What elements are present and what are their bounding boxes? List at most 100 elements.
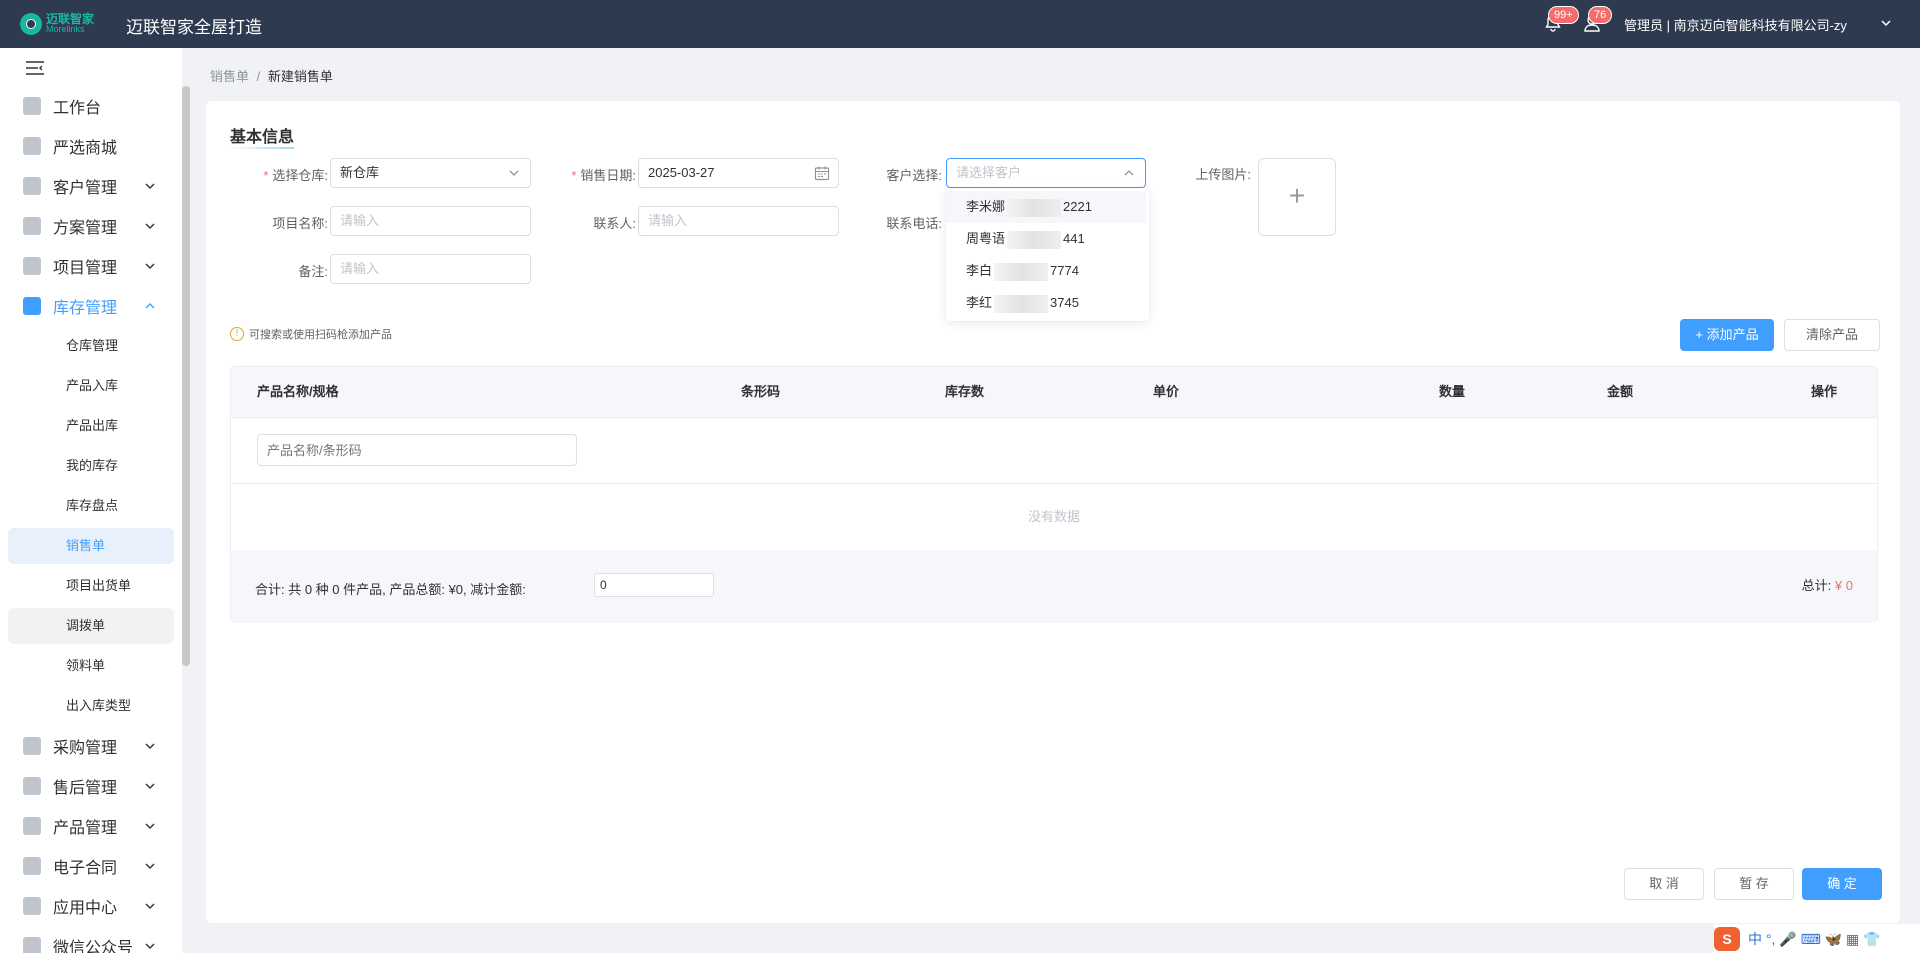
add-product-button[interactable]: + 添加产品 (1680, 319, 1774, 351)
app-logo[interactable]: 迈联智家 Morelinks (20, 11, 100, 37)
customer-select[interactable]: 请选择客户 (946, 158, 1146, 188)
sidebar-item-plans[interactable]: 方案管理 (8, 208, 174, 244)
chevron-down-icon (145, 903, 155, 909)
sidebar-item-label: 售后管理 (53, 780, 118, 797)
sidebar-subitem-io-types[interactable]: 出入库类型 (8, 688, 174, 724)
customer-option-name: 周粤语 (966, 231, 1006, 246)
sidebar-subitem-project-shipment[interactable]: 项目出货单 (8, 568, 174, 604)
col-header-quantity: 数量 (1439, 384, 1466, 399)
customer-option[interactable]: 李红 3745 (946, 287, 1146, 319)
chevron-down-icon (145, 823, 155, 829)
chevron-down-icon (145, 863, 155, 869)
sidebar-item-label: 项目管理 (53, 260, 118, 277)
customer-option[interactable]: 李米娜 2221 (946, 191, 1146, 223)
sidebar-subitem-stock-in[interactable]: 产品入库 (8, 368, 174, 404)
logo-en-text: Morelinks (46, 24, 85, 34)
sidebar-item-label: 电子合同 (53, 860, 118, 877)
sidebar-subitem-stock-out[interactable]: 产品出库 (8, 408, 174, 444)
message-badge: 76 (1588, 6, 1613, 24)
contract-icon (23, 857, 41, 875)
warehouse-select[interactable]: 新仓库 (330, 158, 531, 188)
sale-date-label-text: 销售日期: (580, 168, 636, 183)
col-header-stock: 库存数 (945, 384, 985, 399)
sogou-icon[interactable]: S (1714, 926, 1740, 951)
customer-option[interactable]: 李白 7774 (946, 255, 1146, 287)
chevron-down-icon (145, 783, 155, 789)
masked-phone (994, 262, 1049, 281)
sidebar-item-label: 客户管理 (53, 180, 118, 197)
remark-input[interactable]: 请输入 (330, 254, 531, 284)
logo-cn-text: 迈联智家 (46, 12, 95, 26)
sidebar-item-customers[interactable]: 客户管理 (8, 168, 174, 204)
sidebar-item-wechat[interactable]: 微信公众号 (8, 928, 174, 953)
masked-phone (1007, 198, 1062, 217)
col-header-barcode: 条形码 (741, 384, 781, 399)
breadcrumb-parent[interactable]: 销售单 (210, 69, 249, 84)
product-search-input[interactable] (257, 434, 577, 466)
customer-option-name: 李米娜 (966, 199, 1006, 214)
customer-option-name: 李红 (966, 295, 993, 310)
scan-tip-text: 可搜索或使用扫码枪添加产品 (249, 329, 392, 341)
upload-label: 上传图片: (1195, 167, 1251, 182)
sales-order-form-card: 基本信息 * 选择仓库: 新仓库 * 销售日期: 2025-03-27 客户选择: … (206, 101, 1900, 923)
sidebar-item-purchase[interactable]: 采购管理 (8, 728, 174, 764)
sidebar-subitem-transfer[interactable]: 调拨单 (8, 608, 174, 644)
sidebar-item-contracts[interactable]: 电子合同 (8, 848, 174, 884)
discount-input[interactable]: 0 (594, 573, 714, 597)
product-table: 产品名称/规格 条形码 库存数 单价 数量 金额 操作 没有数据 合计: 共 0… (230, 366, 1878, 622)
sidebar-item-mall[interactable]: 严选商城 (8, 128, 174, 164)
top-bar: 迈联智家 Morelinks 迈联智家全屋打造 99+ 76 管理员 | 南京迈… (0, 0, 1920, 48)
customer-option-phone: 7774 (1050, 263, 1079, 278)
sidebar-item-after-sales[interactable]: 售后管理 (8, 768, 174, 804)
warehouse-value: 新仓库 (340, 165, 380, 180)
menu-collapse-icon[interactable] (25, 60, 45, 76)
contact-input[interactable]: 请输入 (638, 206, 839, 236)
chevron-down-icon (145, 263, 155, 269)
sidebar-item-projects[interactable]: 项目管理 (8, 248, 174, 284)
user-account[interactable]: 管理员 | 南京迈向智能科技有限公司-zy (1624, 15, 1847, 34)
sidebar-item-label: 微信公众号 (53, 940, 134, 953)
customer-option-name: 李白 (966, 263, 993, 278)
remark-label: 备注: (298, 264, 328, 279)
sidebar-item-label: 产品管理 (53, 820, 118, 837)
sidebar-item-label: 方案管理 (53, 220, 118, 237)
inventory-icon (23, 297, 41, 315)
chevron-down-icon[interactable] (1880, 17, 1892, 29)
required-mark: * (263, 168, 269, 183)
chevron-down-icon (145, 223, 155, 229)
upload-image-button[interactable]: + (1258, 158, 1336, 236)
sidebar-item-workbench[interactable]: 工作台 (8, 88, 174, 124)
ime-toolbar[interactable]: S 中 °, 🎤 ⌨ 🦋 ▦ 👕 (1714, 924, 1920, 953)
project-name-input[interactable]: 请输入 (330, 206, 531, 236)
sidebar-item-inventory[interactable]: 库存管理 (8, 288, 174, 324)
ime-tools[interactable]: 中 °, 🎤 ⌨ 🦋 ▦ 👕 (1748, 929, 1881, 949)
sidebar-item-apps[interactable]: 应用中心 (8, 888, 174, 924)
customer-option[interactable]: 周粤语 441 (946, 223, 1146, 255)
logo-mark-icon (20, 13, 42, 35)
empty-state: 没有数据 (1027, 509, 1080, 524)
customer-icon (23, 177, 41, 195)
confirm-button[interactable]: 确 定 (1802, 868, 1882, 900)
sidebar-scrollbar[interactable] (182, 86, 190, 666)
warning-icon: ! (230, 327, 244, 341)
col-header-product: 产品名称/规格 (257, 384, 339, 399)
sale-date-picker[interactable]: 2025-03-27 (638, 158, 839, 188)
breadcrumb: 销售单 / 新建销售单 (210, 66, 333, 85)
sidebar-item-products[interactable]: 产品管理 (8, 808, 174, 844)
section-title: 基本信息 (230, 123, 295, 149)
breadcrumb-current: 新建销售单 (267, 69, 333, 84)
sidebar-subitem-sales-order[interactable]: 销售单 (8, 528, 174, 564)
chevron-up-icon (145, 303, 155, 309)
customer-placeholder: 请选择客户 (956, 165, 1022, 180)
sidebar: 工作台 严选商城 客户管理 方案管理 项目管理 库存管理 仓库管理 产品入库 产… (0, 48, 182, 953)
sidebar-subitem-requisition[interactable]: 领料单 (8, 648, 174, 684)
headset-icon (23, 777, 41, 795)
app-title: 迈联智家全屋打造 (126, 18, 262, 37)
sidebar-subitem-my-stock[interactable]: 我的库存 (8, 448, 174, 484)
cancel-button[interactable]: 取 消 (1624, 868, 1704, 900)
save-draft-button[interactable]: 暂 存 (1714, 868, 1794, 900)
clear-product-button[interactable]: 清除产品 (1784, 319, 1880, 351)
sidebar-subitem-stocktake[interactable]: 库存盘点 (8, 488, 174, 524)
customer-option-phone: 2221 (1063, 199, 1092, 214)
sidebar-subitem-warehouse[interactable]: 仓库管理 (8, 328, 174, 364)
